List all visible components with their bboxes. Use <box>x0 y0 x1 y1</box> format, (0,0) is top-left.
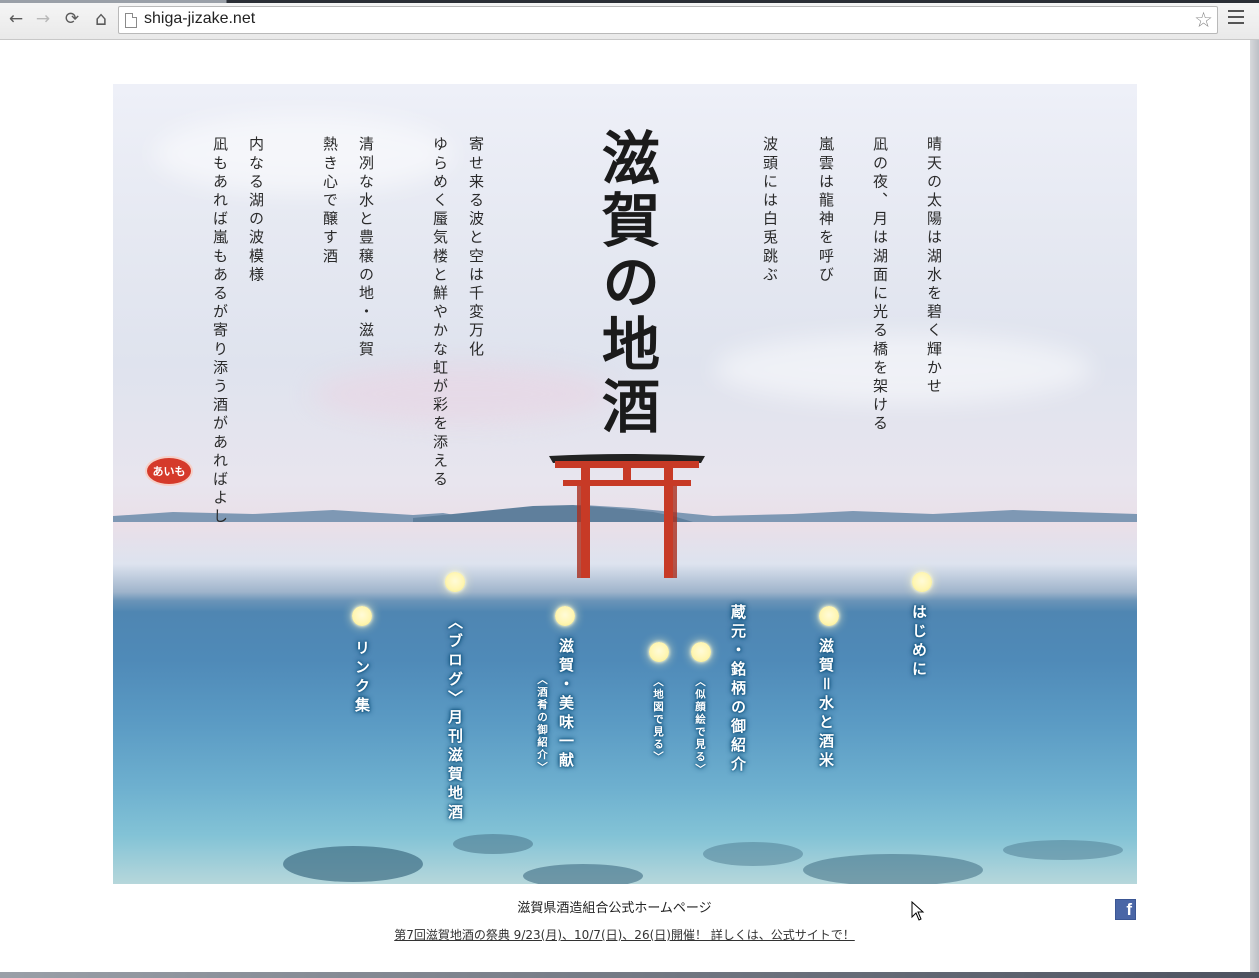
browser-toolbar: ← → ⟳ ⌂ shiga-jizake.net ☆ <box>0 0 1259 40</box>
cloud <box>713 334 1093 404</box>
menu-item-links[interactable]: リンク集 <box>353 640 371 716</box>
poem-line: 凪もあれば嵐もあるが寄り添う酒があればよし <box>211 136 229 527</box>
menu-dot-blog[interactable] <box>445 572 465 592</box>
address-bar[interactable]: shiga-jizake.net ☆ <box>118 6 1218 34</box>
window-top-edge <box>0 0 1259 3</box>
home-icon[interactable]: ⌂ <box>91 8 111 30</box>
facebook-letter: f <box>1126 900 1132 919</box>
facebook-icon[interactable]: f <box>1115 899 1136 920</box>
cloud <box>153 114 453 194</box>
page-icon <box>125 13 137 28</box>
menu-item-bimi[interactable]: 滋賀・美味一献 <box>557 638 575 771</box>
poem-line: 凪の夜、月は湖面に光る橋を架ける <box>871 136 889 434</box>
menu-dot-hajimeni[interactable] <box>912 572 932 592</box>
page-title: 滋賀の地酒 <box>592 128 660 438</box>
menu-dot-bimi[interactable] <box>555 606 575 626</box>
poem-line: 嵐雲は龍神を呼び <box>817 136 835 285</box>
menu-item-nigaoe[interactable]: 〈似顔絵で見る〉 <box>694 676 706 776</box>
window-bottom-edge <box>0 972 1259 978</box>
shore-rocks <box>283 834 1123 884</box>
url-text[interactable]: shiga-jizake.net <box>144 10 255 28</box>
poem-line: 晴天の太陽は湖水を碧く輝かせ <box>925 136 943 397</box>
forward-icon[interactable]: → <box>33 9 53 29</box>
poem-line: 内なる湖の波模様 <box>247 136 265 285</box>
menu-item-chizu[interactable]: 〈地図で見る〉 <box>652 676 664 764</box>
menu-dot-mizu-sakamai[interactable] <box>819 606 839 626</box>
browser-menu-icon[interactable] <box>1228 10 1244 24</box>
poem-line: 波頭には白兎跳ぶ <box>761 136 779 285</box>
menu-item-blog[interactable]: 〈ブログ〉月刊滋賀地酒 <box>446 614 464 823</box>
menu-item-kuramoto[interactable]: 蔵元・銘柄の御紹介 <box>729 604 747 775</box>
menu-dot-chizu[interactable] <box>649 642 669 662</box>
menu-dot-nigaoe[interactable] <box>691 642 711 662</box>
reload-icon[interactable]: ⟳ <box>62 9 82 29</box>
poem-line: 寄せ来る波と空は千変万化 <box>467 136 485 360</box>
seal-stamp-logo: あいも <box>145 456 193 486</box>
menu-item-bimi-sub[interactable]: 〈酒肴の御紹介〉 <box>536 674 548 774</box>
cloud <box>313 364 613 424</box>
footer-title: 滋賀県酒造組合公式ホームページ <box>517 901 712 916</box>
back-icon[interactable]: ← <box>6 9 26 29</box>
mouse-cursor-icon <box>911 901 925 921</box>
menu-item-mizu-sakamai[interactable]: 滋賀＝水と酒米 <box>817 638 835 771</box>
seal-stamp-text: あいも <box>152 465 186 478</box>
menu-dot-links[interactable] <box>352 606 372 626</box>
menu-item-hajimeni[interactable]: はじめに <box>910 604 928 680</box>
poem-line: 熱き心で醸す酒 <box>321 136 339 267</box>
hero-image: 滋賀の地酒 晴天の太陽は湖水を碧く輝かせ 凪の夜、月は湖面に光る橋を架ける 嵐雲… <box>113 84 1137 884</box>
poem-line: ゆらめく蜃気楼と鮮やかな虹が彩を添える <box>431 136 449 490</box>
torii-gate <box>549 454 705 578</box>
event-announcement-link[interactable]: 第7回滋賀地酒の祭典 9/23(月)、10/7(日)、26(日)開催！ 詳しくは… <box>0 926 1249 943</box>
window-right-edge <box>1250 40 1259 978</box>
bookmark-star-icon[interactable]: ☆ <box>1194 8 1213 32</box>
poem-line: 清冽な水と豊穣の地・滋賀 <box>357 136 375 360</box>
